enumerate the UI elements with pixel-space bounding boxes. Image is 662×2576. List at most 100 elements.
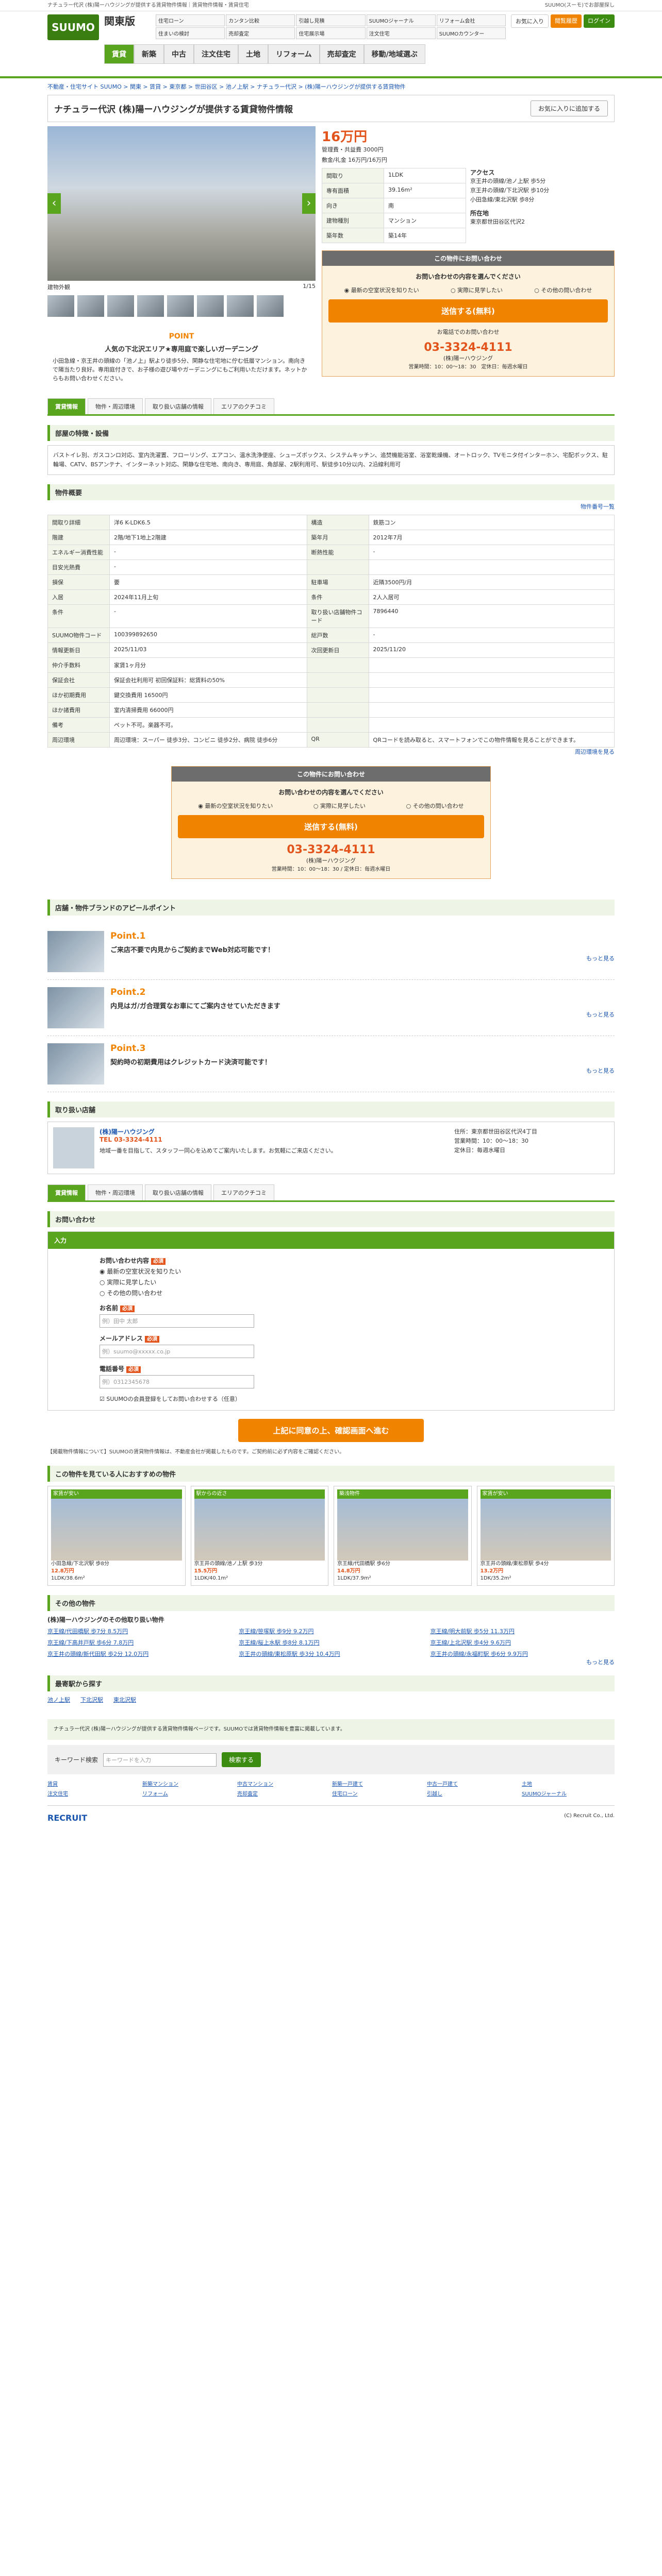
thumbnail[interactable] bbox=[137, 295, 164, 317]
thumbnail[interactable] bbox=[257, 295, 284, 317]
quick-link[interactable]: 売却査定 bbox=[226, 27, 295, 39]
appeal-more-link[interactable]: もっと見る bbox=[110, 1066, 615, 1075]
footer-link[interactable]: 新築一戸建て bbox=[332, 1780, 425, 1787]
similar-card[interactable]: 家賃が安い 京王井の頭線/東松原駅 歩4分 13.2万円 1DK/35.2m² bbox=[476, 1486, 615, 1586]
nav-rent[interactable]: 賃貸 bbox=[104, 44, 134, 64]
tab-shop[interactable]: 取り扱い店舗の情報 bbox=[145, 1184, 211, 1200]
footer-link[interactable]: 土地 bbox=[522, 1780, 615, 1787]
appeal-more-link[interactable]: もっと見る bbox=[110, 1010, 615, 1019]
nav-custom[interactable]: 注文住宅 bbox=[194, 44, 238, 64]
tab-reviews[interactable]: エリアのクチコミ bbox=[213, 1184, 274, 1200]
contact-option[interactable]: ◉ 最新の空室状況を知りたい bbox=[344, 286, 419, 294]
add-favorite-button[interactable]: お気に入りに追加する bbox=[530, 100, 608, 116]
quick-link[interactable]: リフォーム会社 bbox=[436, 14, 506, 26]
quick-link[interactable]: SUUMOカウンター bbox=[436, 27, 506, 39]
tel-input[interactable]: 例）0312345678 bbox=[100, 1375, 254, 1388]
others-more-link[interactable]: もっと見る bbox=[47, 1658, 615, 1666]
other-property-link[interactable]: 京王線/下高井戸駅 歩6分 7.8万円 bbox=[47, 1638, 231, 1647]
breadcrumb[interactable]: 不動産・住宅サイト SUUMO > 関東 > 賃貸 > 東京都 > 世田谷区 >… bbox=[47, 78, 615, 95]
nav-sell[interactable]: 売却査定 bbox=[319, 44, 364, 64]
tab-rent-info[interactable]: 賃貸情報 bbox=[47, 398, 86, 414]
nav-area[interactable]: 移動/地域選ぶ bbox=[363, 44, 425, 64]
footer-link[interactable]: 新築マンション bbox=[142, 1780, 235, 1787]
footer-link[interactable]: 注文住宅 bbox=[47, 1789, 140, 1797]
other-property-link[interactable]: 京王線/上北沢駅 歩4分 9.6万円 bbox=[431, 1638, 615, 1647]
tel-number-2[interactable]: 03-3324-4111 bbox=[178, 843, 484, 856]
quick-link[interactable]: 住宅ローン bbox=[156, 14, 225, 26]
quick-link[interactable]: 引越し見積 bbox=[296, 14, 366, 26]
contact2-option[interactable]: ○ その他の問い合わせ bbox=[406, 802, 464, 810]
other-property-link[interactable]: 京王線/代田橋駅 歩7分 8.5万円 bbox=[47, 1627, 231, 1635]
map-link[interactable]: 周辺環境を見る bbox=[47, 748, 615, 756]
quick-link[interactable]: SUUMOジャーナル bbox=[366, 14, 436, 26]
station-link[interactable]: 東北沢駅 bbox=[113, 1696, 136, 1704]
other-property-link[interactable]: 京王線/笹塚駅 歩9分 9.2万円 bbox=[239, 1627, 423, 1635]
confirm-button[interactable]: 上記に同意の上、確認画面へ進む bbox=[238, 1419, 424, 1442]
send-button-2[interactable]: 送信する(無料) bbox=[178, 815, 484, 838]
contact2-option[interactable]: ◉ 最新の空室状況を知りたい bbox=[198, 802, 273, 810]
thumbnail[interactable] bbox=[107, 295, 134, 317]
quick-link[interactable]: 注文住宅 bbox=[366, 27, 436, 39]
kind-radio[interactable]: ◉ 最新の空室状況を知りたい bbox=[100, 1267, 562, 1276]
suumo-logo[interactable]: SUUMO bbox=[47, 14, 99, 40]
footer-link[interactable]: SUUMOジャーナル bbox=[522, 1789, 615, 1797]
contact-option[interactable]: ○ その他の問い合わせ bbox=[534, 286, 592, 294]
tab-rent-info[interactable]: 賃貸情報 bbox=[47, 1184, 86, 1200]
other-property-link[interactable]: 京王井の頭線/東松原駅 歩3分 10.4万円 bbox=[239, 1650, 423, 1658]
station-link[interactable]: 池ノ上駅 bbox=[47, 1696, 70, 1704]
footer-link[interactable]: 中古マンション bbox=[237, 1780, 330, 1787]
name-input[interactable]: 例）田中 太郎 bbox=[100, 1314, 254, 1328]
prev-photo-icon[interactable]: ‹ bbox=[47, 193, 61, 214]
footer-link[interactable]: 売却査定 bbox=[237, 1789, 330, 1797]
tab-environment[interactable]: 物件・周辺環境 bbox=[88, 398, 143, 414]
thumbnail[interactable] bbox=[77, 295, 104, 317]
footer-search-input[interactable]: キーワードを入力 bbox=[103, 1753, 217, 1767]
kind-radio[interactable]: ○ 実際に見学したい bbox=[100, 1278, 562, 1286]
tel-number[interactable]: 03-3324-4111 bbox=[328, 341, 608, 354]
nav-reform[interactable]: リフォーム bbox=[268, 44, 320, 64]
thumbnail[interactable] bbox=[227, 295, 254, 317]
footer-link[interactable]: 賃貸 bbox=[47, 1780, 140, 1787]
other-property-link[interactable]: 京王線/桜上水駅 歩8分 8.1万円 bbox=[239, 1638, 423, 1647]
similar-card[interactable]: 築浅物件 京王線/代田橋駅 歩6分 14.8万円 1LDK/37.9m² bbox=[334, 1486, 472, 1586]
shop-name[interactable]: (株)陽ーハウジング bbox=[100, 1127, 449, 1136]
other-property-link[interactable]: 京王井の頭線/永福町駅 歩6分 9.9万円 bbox=[431, 1650, 615, 1658]
footer-link[interactable]: リフォーム bbox=[142, 1789, 235, 1797]
send-button[interactable]: 送信する(無料) bbox=[328, 299, 608, 323]
favorites-button[interactable]: お気に入り bbox=[511, 14, 549, 28]
mail-input[interactable]: 例）suumo@xxxxx.co.jp bbox=[100, 1345, 254, 1358]
nav-new[interactable]: 新築 bbox=[134, 44, 164, 64]
thumbnail[interactable] bbox=[47, 295, 74, 317]
quick-link[interactable]: 住まいの検討 bbox=[156, 27, 225, 39]
tab-shop[interactable]: 取り扱い店舗の情報 bbox=[145, 398, 211, 414]
login-button[interactable]: ログイン bbox=[584, 14, 615, 28]
footer-search-button[interactable]: 検索する bbox=[222, 1752, 261, 1767]
footer-link[interactable]: 引越し bbox=[427, 1789, 520, 1797]
nav-used[interactable]: 中古 bbox=[164, 44, 194, 64]
similar-card[interactable]: 家賃が安い 小田急線/下北沢駅 歩8分 12.8万円 1LDK/38.6m² bbox=[47, 1486, 186, 1586]
next-photo-icon[interactable]: › bbox=[302, 193, 316, 214]
footer-link[interactable]: 中古一戸建て bbox=[427, 1780, 520, 1787]
nav-land[interactable]: 土地 bbox=[238, 44, 268, 64]
history-button[interactable]: 閲覧履歴 bbox=[551, 14, 582, 28]
tab-reviews[interactable]: エリアのクチコミ bbox=[213, 398, 274, 414]
quick-link[interactable]: カンタン比較 bbox=[226, 14, 295, 26]
tab-environment[interactable]: 物件・周辺環境 bbox=[88, 1184, 143, 1200]
contact-option[interactable]: ○ 実際に見学したい bbox=[451, 286, 503, 294]
footer-link[interactable]: 住宅ローン bbox=[332, 1789, 425, 1797]
station-link[interactable]: 下北沢駅 bbox=[80, 1696, 103, 1704]
appeal-more-link[interactable]: もっと見る bbox=[110, 954, 615, 962]
kind-radio[interactable]: ○ その他の問い合わせ bbox=[100, 1289, 562, 1297]
contact2-option[interactable]: ○ 実際に見学したい bbox=[313, 802, 366, 810]
recruit-logo[interactable]: RECRUIT bbox=[47, 1813, 87, 1823]
shop-tel[interactable]: TEL 03-3324-4111 bbox=[100, 1136, 449, 1143]
thumbnail[interactable] bbox=[167, 295, 194, 317]
member-checkbox[interactable]: ☑ SUUMOの会員登録をしてお問い合わせする（任意） bbox=[100, 1395, 562, 1403]
quick-link[interactable]: 住宅展示場 bbox=[296, 27, 366, 39]
shop-desc: 地域一番を目指して、スタッフ一同心を込めてご案内いたします。お気軽にご来店くださ… bbox=[100, 1147, 337, 1154]
overview-more-link[interactable]: 物件番号一覧 bbox=[47, 502, 615, 511]
other-property-link[interactable]: 京王井の頭線/新代田駅 歩2分 12.0万円 bbox=[47, 1650, 231, 1658]
other-property-link[interactable]: 京王線/明大前駅 歩5分 11.3万円 bbox=[431, 1627, 615, 1635]
similar-card[interactable]: 駅からの近さ 京王井の頭線/池ノ上駅 歩3分 15.5万円 1LDK/40.1m² bbox=[190, 1486, 328, 1586]
thumbnail[interactable] bbox=[197, 295, 224, 317]
